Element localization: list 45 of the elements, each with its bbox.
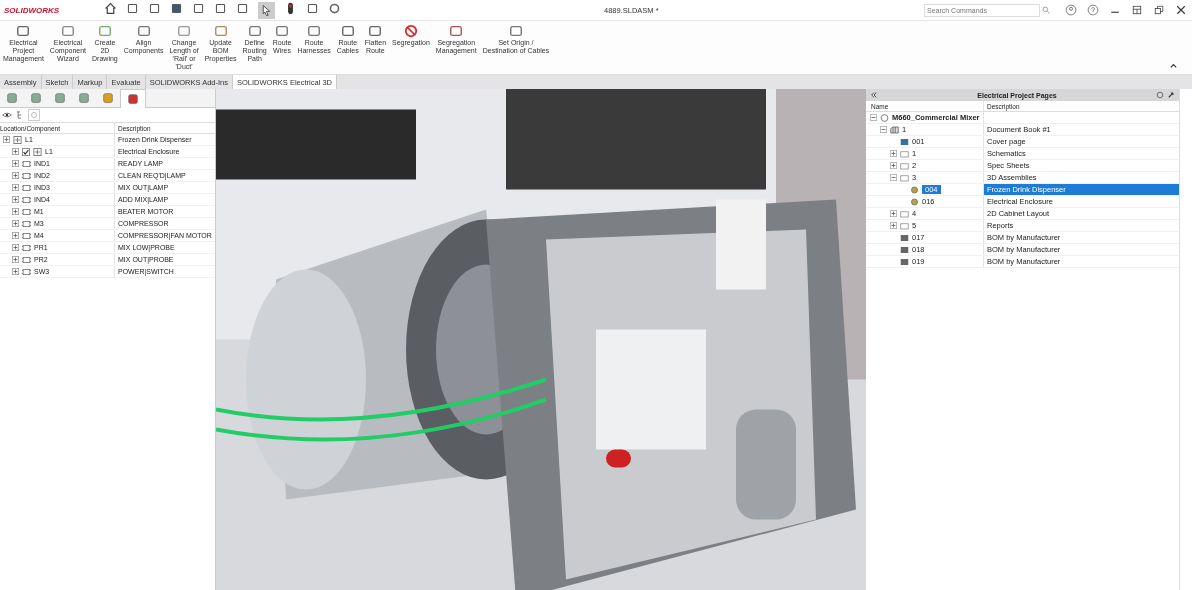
book-icon <box>890 125 899 134</box>
expand-icon[interactable] <box>12 148 19 155</box>
expand-icon[interactable] <box>12 268 19 275</box>
home-icon[interactable] <box>104 1 117 15</box>
expand-icon[interactable] <box>12 184 19 191</box>
location-icon <box>33 147 42 156</box>
expand-icon[interactable] <box>12 244 19 251</box>
pin-icon[interactable] <box>1167 91 1175 99</box>
expand-icon[interactable] <box>12 208 19 215</box>
restore-icon[interactable] <box>1153 4 1165 16</box>
expand-icon[interactable] <box>12 160 19 167</box>
user-icon[interactable] <box>1065 4 1077 16</box>
component-icon <box>22 183 31 192</box>
location-icon <box>13 135 22 144</box>
search-icon[interactable] <box>1042 6 1050 14</box>
component-icon <box>22 159 31 168</box>
tile-icon[interactable] <box>1131 4 1143 16</box>
expand-icon[interactable] <box>12 196 19 203</box>
component-icon <box>22 231 31 240</box>
close-icon[interactable] <box>1175 4 1187 16</box>
collapse-icon[interactable] <box>1169 61 1178 70</box>
no-entry-icon <box>403 24 418 38</box>
expand-icon[interactable] <box>890 210 897 217</box>
component-icon <box>22 207 31 216</box>
checkbox[interactable] <box>22 147 30 156</box>
eye-icon[interactable] <box>2 110 12 120</box>
expand-icon[interactable] <box>12 256 19 263</box>
component-icon <box>22 267 31 276</box>
component-icon <box>22 255 31 264</box>
app-logo: SOLIDWORKS <box>3 5 61 15</box>
component-icon <box>22 195 31 204</box>
expand-icon[interactable] <box>890 162 897 169</box>
component-icon <box>22 171 31 180</box>
expand-icon[interactable] <box>890 222 897 229</box>
component-icon <box>22 243 31 252</box>
cover-page-icon <box>900 137 909 146</box>
collapse-panel-icon[interactable] <box>870 91 878 99</box>
expand-icon[interactable] <box>12 232 19 239</box>
expand-icon[interactable] <box>890 150 897 157</box>
expand-icon[interactable] <box>12 220 19 227</box>
save-icon[interactable] <box>170 1 183 15</box>
help-icon[interactable] <box>1087 4 1099 16</box>
expand-icon[interactable] <box>3 136 10 143</box>
expand-icon[interactable] <box>12 172 19 179</box>
component-icon <box>22 219 31 228</box>
